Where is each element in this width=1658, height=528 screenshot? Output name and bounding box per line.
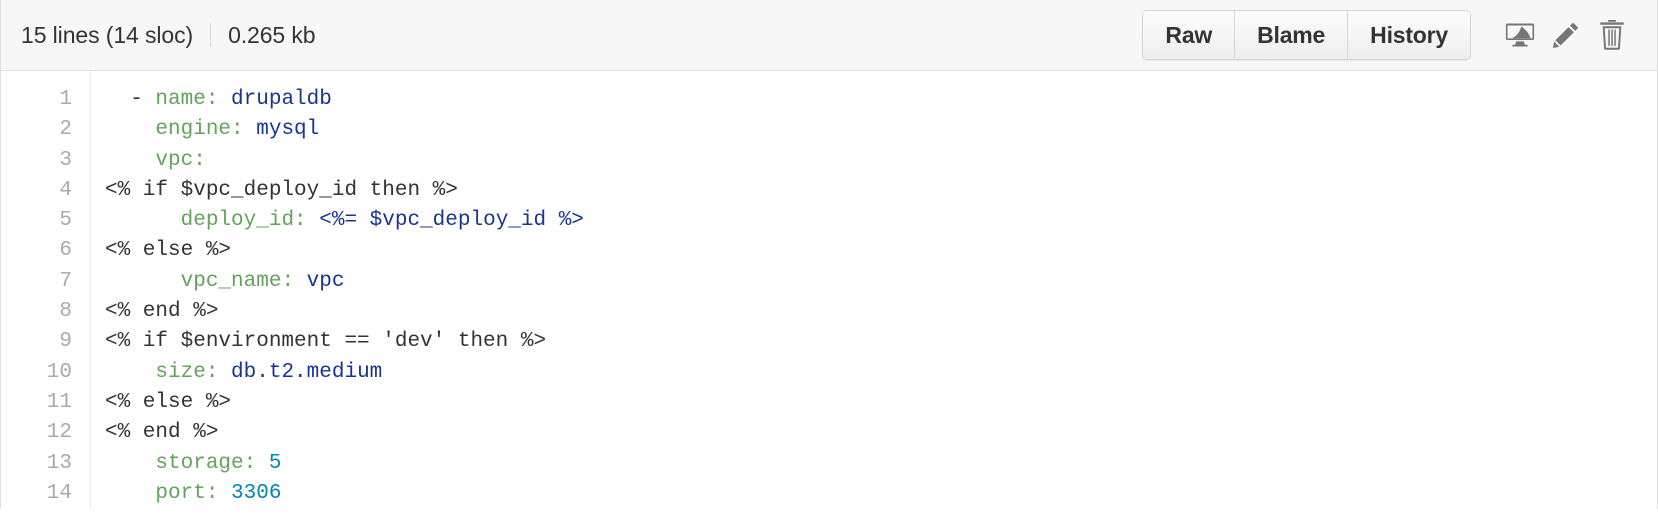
code-line: vpc_name: vpc — [105, 267, 1657, 297]
file-size: 0.265 kb — [228, 21, 316, 48]
edit-file-button[interactable] — [1543, 12, 1589, 58]
raw-button[interactable]: Raw — [1143, 11, 1235, 59]
line-number: 14 — [46, 481, 72, 505]
line-number: 4 — [59, 178, 72, 202]
code-token-plain: <% end %> — [105, 300, 219, 324]
code-line: <% else %> — [105, 388, 1657, 418]
code-token-plain: <% if $vpc_deploy_id then %> — [105, 178, 458, 202]
desktop-icon — [1505, 22, 1535, 48]
code-line: vpc: — [105, 146, 1657, 176]
file-view-container: 15 lines (14 sloc) 0.265 kb Raw Blame Hi… — [0, 0, 1658, 510]
line-number: 5 — [59, 209, 72, 233]
trash-icon — [1599, 20, 1625, 50]
code-token-key: vpc_name: — [180, 269, 295, 293]
code-line: size: db.t2.medium — [105, 358, 1657, 388]
code-line: engine: mysql — [105, 115, 1657, 145]
code-token-number: 5 — [268, 451, 282, 475]
code-token-number: 3306 — [231, 481, 282, 505]
code-line: - name: drupaldb — [105, 85, 1657, 115]
meta-divider — [210, 23, 212, 47]
code-line: <% else %> — [105, 236, 1657, 266]
code-token-string: <%= $vpc_deploy_id %> — [319, 209, 584, 233]
code-token-key: vpc: — [155, 148, 206, 172]
file-lines-count: 15 lines (14 sloc) — [21, 21, 194, 48]
line-number: 10 — [46, 360, 72, 384]
code-token-string: db.t2.medium — [231, 360, 383, 384]
code-token-key: port: — [155, 481, 219, 505]
line-number: 3 — [59, 148, 72, 172]
file-action-button-group: Raw Blame History — [1142, 10, 1471, 60]
code-token-plain: <% else %> — [105, 239, 232, 263]
file-meta: 15 lines (14 sloc) 0.265 kb — [21, 22, 316, 49]
line-number: 8 — [59, 300, 72, 324]
line-number-gutter: 1 2 3 4 5 6 7 8 9 10 11 12 13 14 — [1, 71, 91, 510]
code-line: <% end %> — [105, 418, 1657, 448]
code-token-key: engine: — [155, 118, 244, 142]
code-token-key: name: — [155, 88, 219, 111]
line-number: 11 — [46, 390, 72, 414]
line-number: 6 — [59, 239, 72, 263]
code-token-key: size: — [155, 360, 219, 384]
code-line: <% if $vpc_deploy_id then %> — [105, 176, 1657, 206]
code-token-key: storage: — [155, 451, 257, 475]
file-actions: Raw Blame History — [1142, 10, 1635, 60]
code-token-string: drupaldb — [231, 88, 332, 111]
delete-file-button[interactable] — [1589, 12, 1635, 58]
line-number: 7 — [59, 269, 72, 293]
open-in-desktop-button[interactable] — [1497, 12, 1543, 58]
code-content[interactable]: - name: drupaldb engine: mysql vpc: <% if… — [91, 71, 1657, 509]
code-token-plain: <% if $environment == 'dev' then %> — [105, 330, 547, 354]
code-token-key: deploy_id: — [180, 209, 307, 233]
code-line: deploy_id: <%= $vpc_deploy_id %> — [105, 206, 1657, 236]
blame-button[interactable]: Blame — [1234, 11, 1348, 59]
line-number: 12 — [46, 421, 72, 445]
code-line: <% end %> — [105, 297, 1657, 327]
pencil-icon — [1552, 21, 1580, 49]
code-token-plain: - — [105, 88, 156, 111]
code-blob: 1 2 3 4 5 6 7 8 9 10 11 12 13 14 - name: drupaldb eng… — [1, 71, 1657, 510]
line-number: 2 — [59, 118, 72, 142]
icon-action-group — [1497, 12, 1635, 58]
code-token-plain: <% else %> — [105, 390, 232, 414]
code-line: port: 3306 — [105, 479, 1657, 509]
line-number: 13 — [46, 451, 72, 475]
code-token-string: vpc — [306, 269, 345, 293]
code-token-plain: <% end %> — [105, 421, 219, 445]
line-number: 9 — [59, 330, 72, 354]
history-button[interactable]: History — [1347, 11, 1470, 59]
code-token-string: mysql — [256, 118, 320, 142]
code-line: <% if $environment == 'dev' then %> — [105, 327, 1657, 357]
code-line: storage: 5 — [105, 449, 1657, 479]
line-number: 1 — [59, 88, 72, 111]
file-header-bar: 15 lines (14 sloc) 0.265 kb Raw Blame Hi… — [1, 0, 1657, 71]
